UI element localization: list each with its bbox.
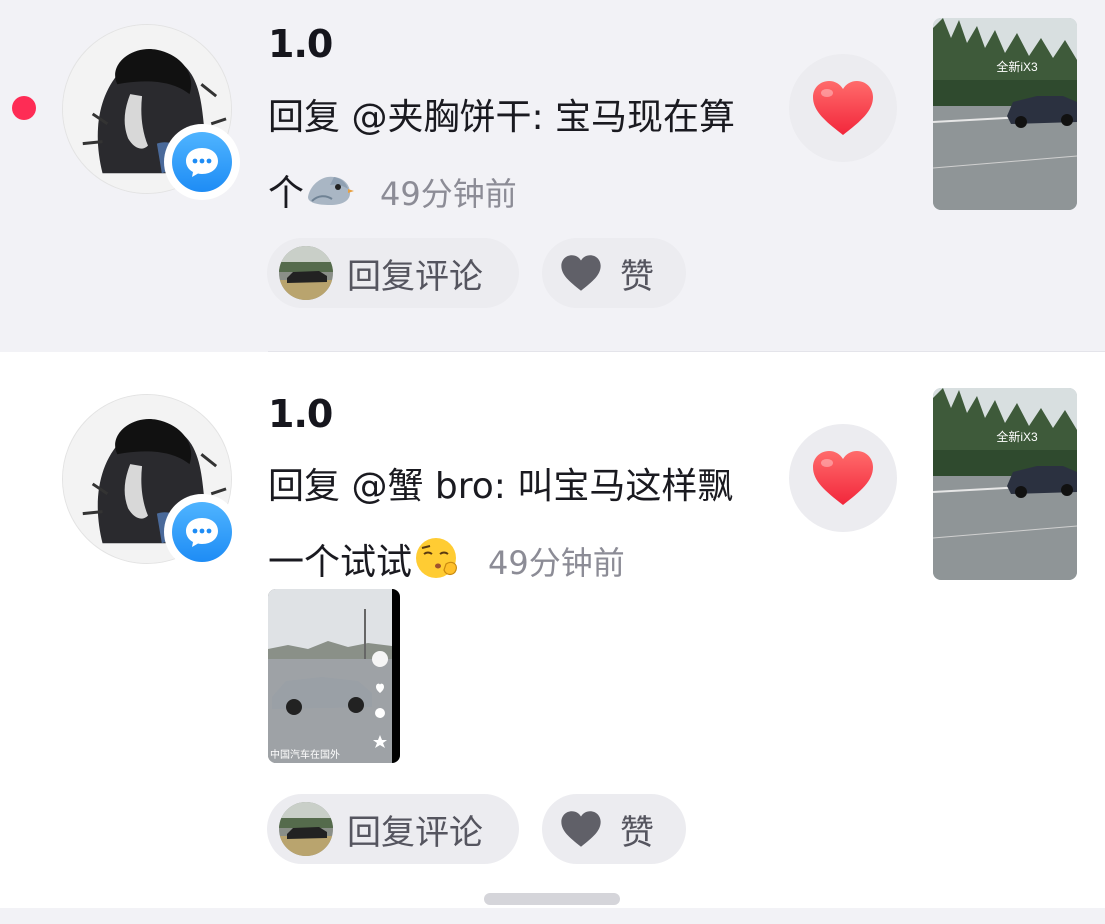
reply-comment-button[interactable]: 回复评论	[267, 794, 519, 864]
like-comment-button[interactable]	[789, 424, 897, 532]
like-button[interactable]: 赞	[542, 238, 686, 308]
pigeon-emoji	[308, 176, 355, 205]
like-button[interactable]: 赞	[542, 794, 686, 864]
comment-text-block[interactable]: 回复 @夹胸饼干: 宝马现在算个 49分钟前	[268, 80, 758, 232]
comment-badge	[164, 494, 240, 570]
reply-comment-button[interactable]: 回复评论	[267, 238, 519, 308]
home-indicator	[484, 893, 620, 905]
notification-item[interactable]: 1.0 回复 @蟹 bro: 叫宝马这样飘一个试试 49分钟前 中国汽车在国外 …	[0, 352, 1105, 912]
attached-image[interactable]: 中国汽车在国外	[268, 589, 400, 763]
like-comment-button[interactable]	[789, 54, 897, 162]
unread-dot	[12, 96, 36, 120]
heart-outline-icon	[561, 255, 601, 291]
timestamp: 49分钟前	[380, 175, 517, 213]
video-caption: 全新iX3	[996, 430, 1038, 444]
reply-comment-label: 回复评论	[347, 812, 483, 853]
chat-bubble-icon	[186, 148, 218, 177]
timestamp: 49分钟前	[488, 544, 625, 582]
like-label: 赞	[620, 812, 654, 853]
username[interactable]: 1.0	[268, 392, 333, 436]
video-mini-thumbnail	[279, 246, 333, 300]
next-item-edge	[0, 908, 1105, 924]
reply-comment-label: 回复评论	[347, 256, 483, 297]
kissing-closed-eyes-emoji	[416, 538, 458, 578]
heart-icon	[813, 451, 873, 505]
username[interactable]: 1.0	[268, 22, 333, 66]
heart-icon	[813, 81, 873, 135]
video-thumbnail[interactable]: 全新iX3	[933, 18, 1077, 210]
comment-badge	[164, 124, 240, 200]
video-thumbnail[interactable]: 全新iX3	[933, 388, 1077, 580]
chat-bubble-icon	[186, 518, 218, 547]
comment-text-block[interactable]: 回复 @蟹 bro: 叫宝马这样飘一个试试 49分钟前	[268, 449, 758, 601]
video-caption: 全新iX3	[996, 60, 1038, 74]
heart-outline-icon	[561, 811, 601, 847]
like-label: 赞	[620, 256, 654, 297]
image-caption: 中国汽车在国外	[270, 750, 340, 761]
video-mini-thumbnail	[279, 802, 333, 856]
notification-item[interactable]: 1.0 回复 @夹胸饼干: 宝马现在算个 49分钟前 全新iX3 回复评论 赞	[0, 0, 1105, 352]
